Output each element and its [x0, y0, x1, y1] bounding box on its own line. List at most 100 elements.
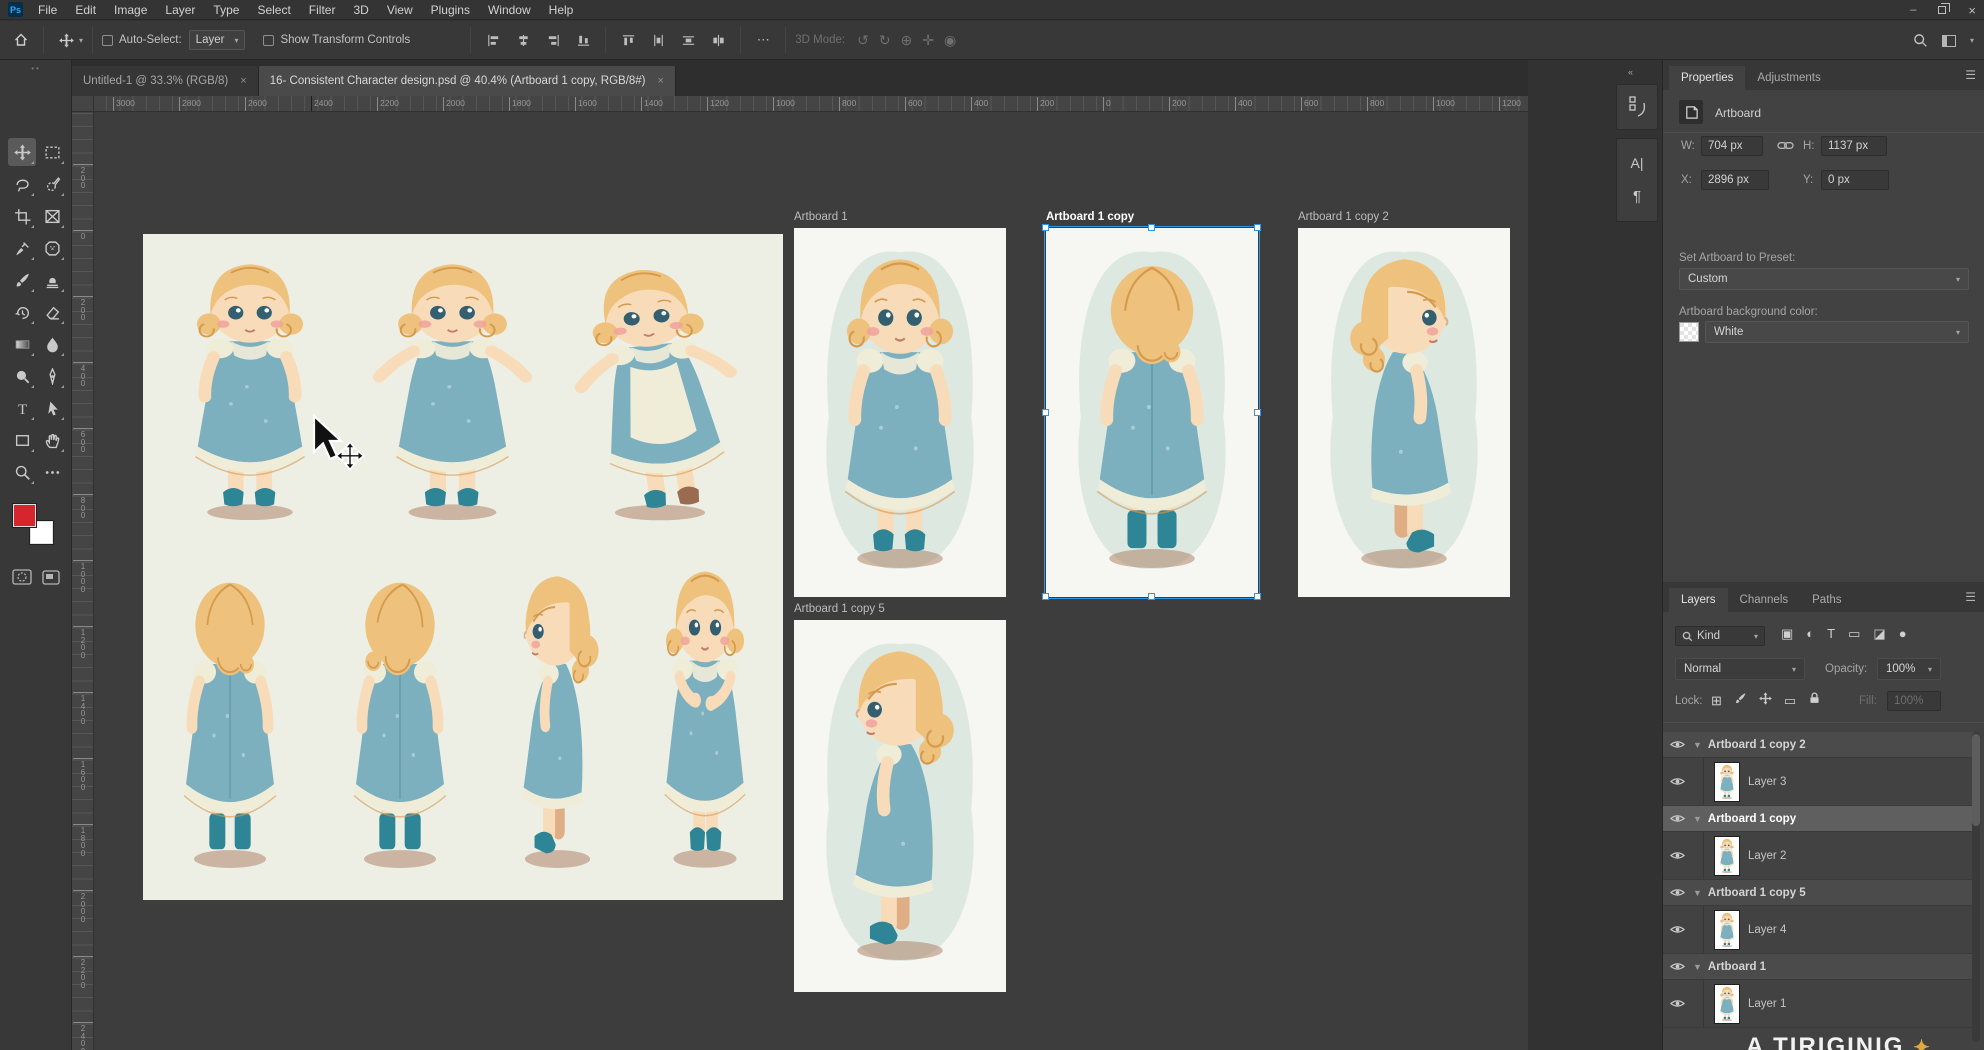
artboard-label[interactable]: Artboard 1 copy	[1046, 211, 1134, 223]
tool-path-select[interactable]	[38, 394, 66, 422]
tool-move[interactable]	[8, 138, 36, 166]
artboard[interactable]	[794, 620, 1006, 992]
menu-window[interactable]: Window	[479, 0, 540, 20]
layer-row[interactable]: Layer 3	[1663, 758, 1977, 806]
link-dimensions-icon[interactable]	[1777, 138, 1794, 158]
tab-layers[interactable]: Layers	[1669, 588, 1728, 612]
close-button[interactable]: ×	[1968, 3, 1976, 18]
filter-shape-layers-icon[interactable]: ▭	[1848, 626, 1860, 642]
minimize-button[interactable]: –	[1910, 4, 1916, 16]
tool-marquee[interactable]	[38, 138, 66, 166]
tool-hand[interactable]	[38, 426, 66, 454]
menu-type[interactable]: Type	[204, 0, 248, 20]
layer-thumbnail[interactable]	[1714, 910, 1740, 950]
selection-handle[interactable]	[1148, 224, 1155, 231]
auto-select-dropdown[interactable]: Layer▾	[189, 30, 246, 50]
y-input[interactable]: 0 px	[1821, 170, 1889, 190]
group-chevron-icon[interactable]: ▼	[1693, 740, 1702, 750]
x-input[interactable]: 2896 px	[1701, 170, 1769, 190]
tab-adjustments[interactable]: Adjustments	[1745, 66, 1832, 90]
tool-more-tools[interactable]	[38, 458, 66, 486]
layer-row[interactable]: Layer 2	[1663, 832, 1977, 880]
selection-handle[interactable]	[1148, 593, 1155, 600]
screen-mode-icon[interactable]	[42, 570, 60, 591]
group-chevron-icon[interactable]: ▼	[1693, 888, 1702, 898]
filter-type-layers-icon[interactable]: T	[1827, 626, 1835, 642]
more-options-icon[interactable]: ⋯	[750, 28, 776, 52]
lock-artboard-icon[interactable]: ▭	[1784, 692, 1796, 710]
vertical-ruler[interactable]: 2000200400600800100012001400160018002000…	[72, 112, 94, 1050]
document-tab[interactable]: 16- Consistent Character design.psd @ 40…	[259, 66, 676, 96]
artboard[interactable]	[1298, 228, 1510, 597]
visibility-eye-icon[interactable]	[1663, 887, 1691, 898]
artboard-label[interactable]: Artboard 1	[794, 211, 848, 223]
tool-dodge[interactable]	[8, 362, 36, 390]
layer-thumbnail[interactable]	[1714, 836, 1740, 876]
layers-panel-menu-icon[interactable]: ☰	[1965, 590, 1976, 604]
artboard-label[interactable]: Artboard 1 copy 5	[794, 603, 885, 615]
menu-image[interactable]: Image	[105, 0, 156, 20]
align-top-icon[interactable]	[570, 28, 596, 52]
distribute-h-icon[interactable]	[645, 28, 671, 52]
canvas[interactable]: Artboard 1 Artboard 1 copy Artboard 1 copy…	[94, 112, 1528, 1050]
visibility-eye-icon[interactable]	[1663, 776, 1691, 787]
selection-handle[interactable]	[1254, 409, 1261, 416]
layer-thumbnail[interactable]	[1714, 984, 1740, 1024]
visibility-eye-icon[interactable]	[1663, 739, 1691, 750]
tool-history-brush[interactable]	[8, 298, 36, 326]
character-panel-icon[interactable]: A|	[1631, 155, 1644, 171]
tool-blur[interactable]	[38, 330, 66, 358]
tool-clone-stamp[interactable]	[38, 266, 66, 294]
opacity-select[interactable]: 100%▾	[1877, 658, 1941, 680]
filter-pixel-layers-icon[interactable]: ▣	[1781, 626, 1793, 642]
artboard-bg-select[interactable]: White▾	[1705, 321, 1969, 343]
width-input[interactable]: 704 px	[1701, 136, 1763, 156]
height-input[interactable]: 1137 px	[1821, 136, 1887, 156]
filter-toggle-icon[interactable]: ●	[1899, 626, 1907, 642]
menu-plugins[interactable]: Plugins	[422, 0, 479, 20]
move-tool-caret-icon[interactable]: ▾	[79, 36, 83, 45]
tool-gradient[interactable]	[8, 330, 36, 358]
tool-rectangle[interactable]	[8, 426, 36, 454]
visibility-eye-icon[interactable]	[1663, 813, 1691, 824]
layer-row[interactable]: Layer 4	[1663, 906, 1977, 954]
filter-kind-select[interactable]: Kind ▾	[1675, 626, 1765, 646]
tab-properties[interactable]: Properties	[1669, 66, 1745, 90]
show-transform-checkbox[interactable]	[263, 35, 274, 46]
tab-close-icon[interactable]: ×	[240, 75, 246, 87]
group-chevron-icon[interactable]: ▼	[1693, 962, 1702, 972]
selection-handle[interactable]	[1042, 409, 1049, 416]
workspace-switcher-icon[interactable]	[1942, 35, 1956, 47]
filter-adjustment-layers-icon[interactable]: ◐	[1806, 626, 1814, 642]
auto-select-checkbox[interactable]	[102, 35, 113, 46]
menu-file[interactable]: File	[29, 0, 66, 20]
selection-handle[interactable]	[1254, 224, 1261, 231]
visibility-eye-icon[interactable]	[1663, 850, 1691, 861]
properties-panel-menu-icon[interactable]: ☰	[1965, 68, 1976, 82]
visibility-eye-icon[interactable]	[1663, 924, 1691, 935]
lock-transparent-icon[interactable]: ⊞	[1711, 692, 1722, 710]
align-centers-h-icon[interactable]	[510, 28, 536, 52]
menu-help[interactable]: Help	[540, 0, 583, 20]
tool-quick-select[interactable]	[38, 170, 66, 198]
layer-thumbnail[interactable]	[1714, 762, 1740, 802]
move-tool-option-icon[interactable]	[53, 28, 79, 52]
tool-crop[interactable]	[8, 202, 36, 230]
align-right-icon[interactable]	[540, 28, 566, 52]
menu-view[interactable]: View	[378, 0, 422, 20]
artboard-bg-swatch[interactable]	[1679, 322, 1699, 342]
menu-layer[interactable]: Layer	[156, 0, 204, 20]
layer-row[interactable]: Layer 1	[1663, 980, 1977, 1028]
artboard-label[interactable]: Artboard 1 copy 2	[1298, 211, 1389, 223]
layer-group-row[interactable]: ▼Artboard 1 copy	[1663, 806, 1977, 832]
workspace-caret-icon[interactable]: ▾	[1970, 36, 1974, 45]
filter-smart-objects-icon[interactable]: ◪	[1873, 626, 1885, 642]
tool-eraser[interactable]	[38, 298, 66, 326]
layer-group-row[interactable]: ▼Artboard 1 copy 2	[1663, 732, 1977, 758]
menu-edit[interactable]: Edit	[66, 0, 105, 20]
align-bottom-icon[interactable]	[615, 28, 641, 52]
blend-mode-select[interactable]: Normal▾	[1675, 658, 1805, 680]
visibility-eye-icon[interactable]	[1663, 998, 1691, 1009]
lock-paint-icon[interactable]	[1734, 692, 1747, 710]
tool-lasso[interactable]	[8, 170, 36, 198]
